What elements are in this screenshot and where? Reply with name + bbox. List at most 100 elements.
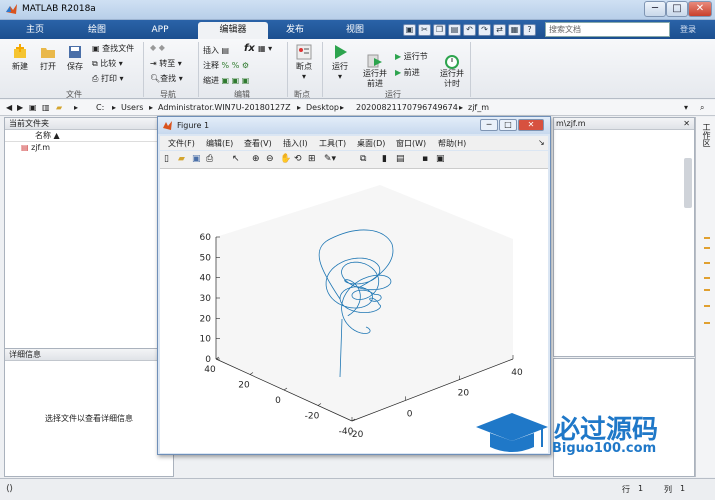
menu-file[interactable]: 文件(F) [168,138,195,149]
zoom-out-icon[interactable]: ⊖ [266,154,278,166]
menu-insert[interactable]: 插入(I) [283,138,308,149]
qa-undo-icon[interactable]: ↶ [463,24,476,36]
qa-save-icon[interactable]: ▣ [403,24,416,36]
tab-apps[interactable]: APP [135,22,185,39]
maximize-button[interactable]: □ [666,1,688,17]
address-bar: ◀ ▶ ▣ ▥ ▰ ▸ C: ▸ Users ▸ Administrator.W… [0,100,715,116]
qa-paste-icon[interactable]: ▤ [448,24,461,36]
print-button[interactable]: ⎙ 打印 ▾ [92,73,124,84]
nav-arrows[interactable]: ◆ ◆ [150,43,165,52]
window-title: MATLAB R2018a [22,4,96,14]
sign-in-link[interactable]: 登录 [680,24,696,35]
show-tools-icon[interactable]: ▣ [436,154,448,166]
address-search-icon[interactable]: ⌕ [700,103,704,113]
search-icon: 🔍︎ [150,74,161,83]
open-figure-icon[interactable]: ▰ [178,154,190,166]
run-button[interactable]: 运行 ▾ [328,43,352,81]
ribbon: 新建 打开 保存 ▣ 查找文件 ⧉ 比较 ▾ ⎙ 打印 ▾ 文件 ◆ ◆ ⇥ 转… [0,39,715,99]
workspace-side-tab[interactable]: 工作区 [701,123,712,147]
qa-redo-icon[interactable]: ↷ [478,24,491,36]
comment-button[interactable]: 注释 % % ⚙ [203,60,249,71]
back-icon[interactable]: ◀ [6,103,12,112]
rotate-3d-icon[interactable]: ⟲ [294,154,306,166]
save-figure-icon[interactable]: ▣ [192,154,204,166]
run-section-button[interactable]: ▶ 运行节 [395,51,428,62]
fx-button[interactable]: fx [244,43,255,54]
path-segment[interactable]: Desktop [306,103,339,112]
print-figure-icon[interactable]: ⎙ [206,154,218,166]
watermark: 必过源码 Biguo100.com [472,405,672,463]
goto-button[interactable]: ⇥ 转至 ▾ [150,58,182,69]
run-time-button[interactable]: 运行并 计时 [437,43,467,99]
figure-close-button[interactable]: ✕ [518,119,544,131]
path-segment[interactable]: zjf_m [468,103,489,112]
advance-button[interactable]: ▶ 前进 [395,67,420,78]
compare-button[interactable]: ⧉ 比较 ▾ [92,58,123,69]
new-figure-icon[interactable]: ▯ [164,154,176,166]
link-plot-icon[interactable]: ⧉ [360,154,372,166]
qa-help-icon[interactable]: ? [523,24,536,36]
qa-cut-icon[interactable]: ✂ [418,24,431,36]
z-tick-label: 10 [200,335,212,345]
graduation-cap-icon [476,413,548,452]
folder-icon[interactable]: ▰ [56,103,62,112]
figure-minimize-button[interactable]: ─ [480,119,498,131]
print-icon: ⎙ [92,73,99,83]
vertical-scrollbar[interactable] [684,158,692,208]
menu-desktop[interactable]: 桌面(D) [357,138,385,149]
y-tick-label: 20 [238,381,250,391]
menu-window[interactable]: 窗口(W) [396,138,426,149]
qa-copy-icon[interactable]: ❐ [433,24,446,36]
close-tab-icon[interactable]: ✕ [683,118,690,130]
panel-title: 当前文件夹 [5,118,173,130]
close-button[interactable]: ✕ [688,1,712,17]
breakpoints-button[interactable]: 断点 ▾ [291,43,317,81]
forward-icon[interactable]: ▶ [17,103,23,112]
brush-icon[interactable]: ✎▾ [324,154,336,166]
menu-dock-icon[interactable]: ↘ [538,138,545,147]
figure-title-bar[interactable]: Figure 1 ─ □ ✕ [158,117,550,134]
tab-editor[interactable]: 编辑器 [198,22,268,39]
figure-maximize-button[interactable]: □ [499,119,517,131]
search-docs-input[interactable]: 搜索文档 [545,22,670,37]
new-button[interactable]: 新建 [8,43,32,72]
run-section-icon: ▶ [395,52,402,61]
data-cursor-icon[interactable]: ⊞ [308,154,320,166]
path-segment[interactable]: C: [96,103,104,112]
pan-hand-icon[interactable]: ✋ [280,154,292,166]
minimize-button[interactable]: ─ [644,1,666,17]
legend-icon[interactable]: ▤ [396,154,408,166]
find-file-button[interactable]: ▣ 查找文件 [92,43,134,54]
path-segment[interactable]: 20200821170796749674 [356,103,458,112]
pointer-icon[interactable]: ↖ [232,154,244,166]
colorbar-icon[interactable]: ▮ [382,154,394,166]
find-button[interactable]: 🔍︎查找 ▾ [150,73,183,84]
path-segment[interactable]: Users [121,103,143,112]
folder-up-icon[interactable]: ▣ [29,103,37,112]
list-item[interactable]: ▤ zjf.m [5,142,173,154]
more-edit-icon[interactable]: ▦ ▾ [258,44,272,53]
column-header-name[interactable]: 名称 ▲ [5,130,173,142]
editor-tab[interactable]: m\zjf.m ✕ [554,118,694,130]
open-button[interactable]: 打开 [36,43,60,72]
status-arrows[interactable]: ⟨⟩ [6,484,13,494]
qa-switch-icon[interactable]: ⇄ [493,24,506,36]
group-label-edit: 编辑 [234,90,250,99]
indent-button[interactable]: 缩进 ▣ ▣ ▣ [203,75,249,86]
menu-edit[interactable]: 编辑(E) [206,138,233,149]
save-button[interactable]: 保存 [63,43,87,72]
menu-help[interactable]: 帮助(H) [438,138,466,149]
qa-layout-icon[interactable]: ▦ [508,24,521,36]
browse-folder-icon[interactable]: ▥ [42,103,50,112]
hide-tools-icon[interactable]: ▪ [422,154,434,166]
tab-home[interactable]: 主页 [10,22,60,39]
menu-tools[interactable]: 工具(T) [319,138,346,149]
insert-button[interactable]: 插入 ▤ [203,45,229,56]
path-segment[interactable]: Administrator.WIN7U-20180127Z [158,103,291,112]
tab-plots[interactable]: 绘图 [72,22,122,39]
tab-publish[interactable]: 发布 [270,22,320,39]
zoom-in-icon[interactable]: ⊕ [252,154,264,166]
tab-view[interactable]: 视图 [330,22,380,39]
address-dropdown-icon[interactable]: ▾ [684,103,688,112]
menu-view[interactable]: 查看(V) [244,138,272,149]
